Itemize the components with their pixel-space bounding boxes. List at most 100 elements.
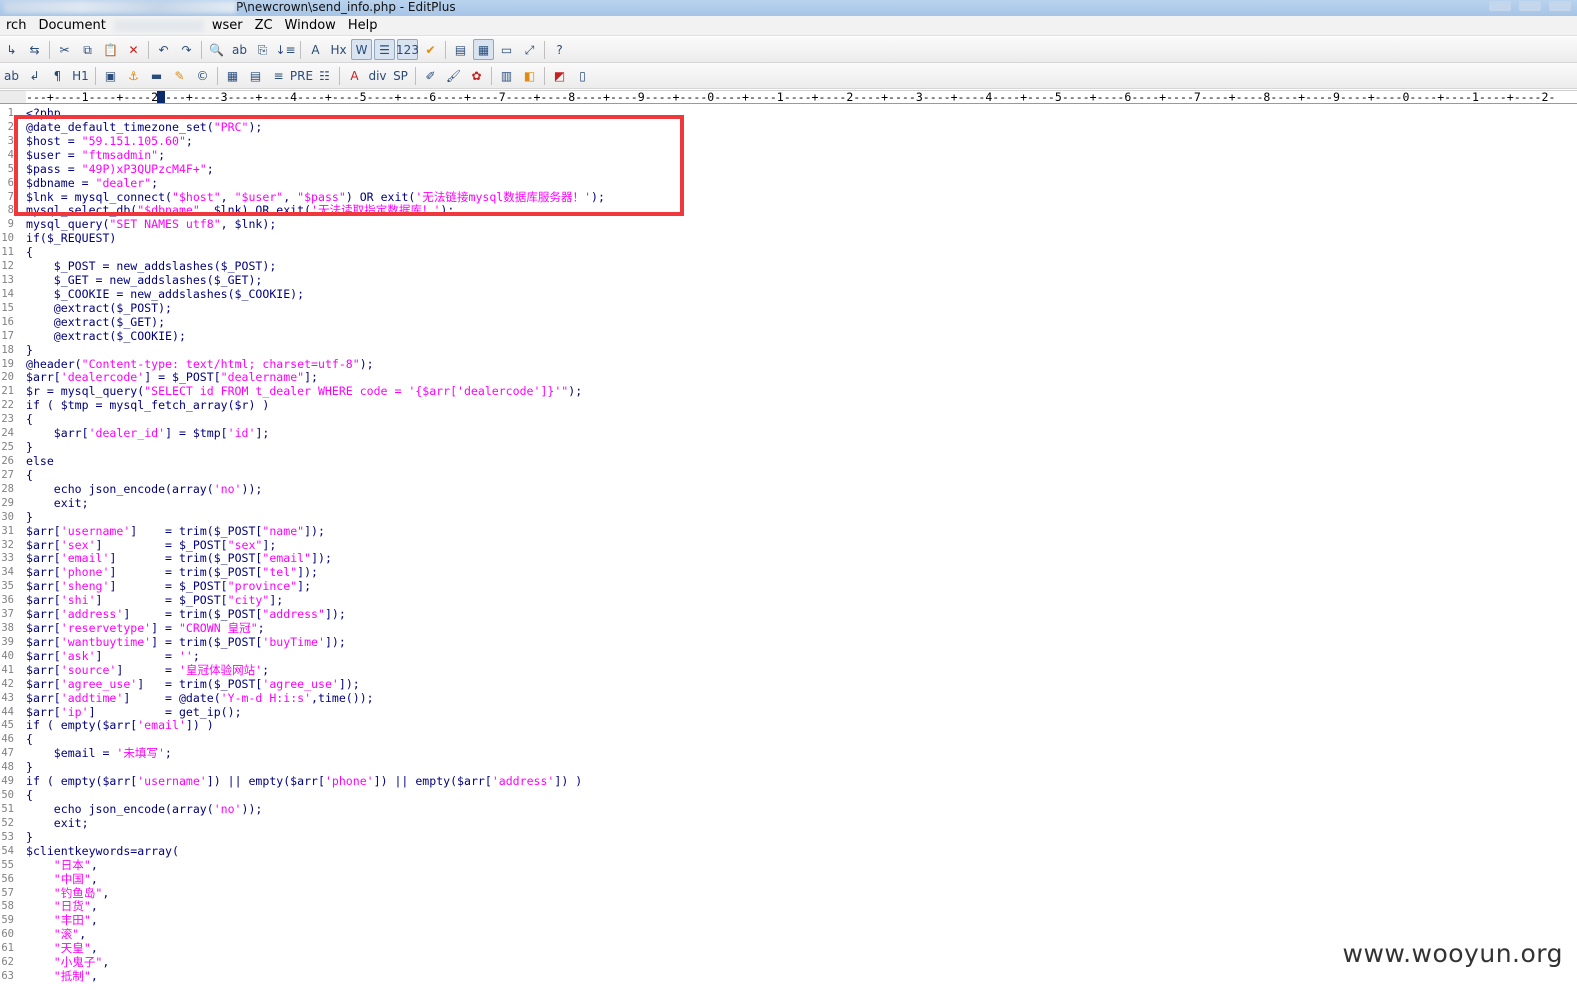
table-button[interactable]: ▦	[222, 65, 243, 86]
code-line[interactable]: 13 $_GET = new_addslashes($_GET);	[0, 273, 1577, 287]
code-line[interactable]: 57 "钓鱼岛",	[0, 886, 1577, 900]
div-button[interactable]: div	[367, 65, 388, 86]
code-line[interactable]: 49 if ( empty($arr['username']) || empty(…	[0, 774, 1577, 788]
code-line[interactable]: 2 @date_default_timezone_set("PRC");	[0, 120, 1577, 134]
browser-button[interactable]: ◩	[549, 65, 570, 86]
code-line[interactable]: 29 exit;	[0, 496, 1577, 510]
minimize-icon[interactable]	[1489, 1, 1511, 11]
replace-button[interactable]: ab	[229, 39, 250, 60]
code-line[interactable]: 28 echo json_encode(array('no'));	[0, 482, 1577, 496]
hex-button[interactable]: Hx	[328, 39, 349, 60]
code-line[interactable]: 44 $arr['ip'] = get_ip();	[0, 705, 1577, 719]
code-line[interactable]: 3 $host = "59.151.105.60";	[0, 134, 1577, 148]
code-line[interactable]: 24 $arr['dealer_id'] = $tmp['id'];	[0, 426, 1577, 440]
copyright-button[interactable]: ©	[192, 65, 213, 86]
code-line[interactable]: 55 "日本",	[0, 858, 1577, 872]
code-line[interactable]: 10 if($_REQUEST)	[0, 231, 1577, 245]
menu-item-help[interactable]: Help	[342, 16, 384, 35]
code-line[interactable]: 12 $_POST = new_addslashes($_POST);	[0, 259, 1577, 273]
menu-item-wser[interactable]: wser	[206, 16, 249, 35]
heading-button[interactable]: H1	[70, 65, 91, 86]
menu-item-window[interactable]: Window	[279, 16, 342, 35]
code-line[interactable]: 20 $arr['dealercode'] = $_POST["dealernam…	[0, 370, 1577, 384]
code-line[interactable]: 38 $arr['reservetype'] = "CROWN 皇冠";	[0, 621, 1577, 635]
fullscreen-button[interactable]: ⤢	[519, 39, 540, 60]
code-line[interactable]: 30}	[0, 510, 1577, 524]
ruler-toggle-button[interactable]: ☰	[374, 39, 395, 60]
highlight-button[interactable]: ✎	[169, 65, 190, 86]
code-line[interactable]: 32 $arr['sex'] = $_POST["sex"];	[0, 538, 1577, 552]
copy-button[interactable]: ⧉	[77, 39, 98, 60]
code-line[interactable]: 54 $clientkeywords=array(	[0, 844, 1577, 858]
code-line[interactable]: 36 $arr['shi'] = $_POST["city"];	[0, 593, 1577, 607]
code-line[interactable]: 46 {	[0, 732, 1577, 746]
preview-button[interactable]: ◧	[519, 65, 540, 86]
code-line[interactable]: 51 echo json_encode(array('no'));	[0, 802, 1577, 816]
form-button[interactable]: ▤	[245, 65, 266, 86]
code-line[interactable]: 8 mysql_select_db("$dbname", $lnk) OR exi…	[0, 203, 1577, 217]
cut-button[interactable]: ✂	[54, 39, 75, 60]
font-tag-button[interactable]: A	[344, 65, 365, 86]
code-line[interactable]: 23 {	[0, 412, 1577, 426]
bold-button[interactable]: ab	[1, 65, 22, 86]
code-line[interactable]: 45 if ( empty($arr['email']) )	[0, 718, 1577, 732]
code-line[interactable]: 17 @extract($_COOKIE);	[0, 329, 1577, 343]
spellcheck-button[interactable]: ✔	[420, 39, 441, 60]
find-button[interactable]: 🔍	[206, 39, 227, 60]
menu-item-document[interactable]: Document	[32, 16, 111, 35]
code-line[interactable]: 22 if ( $tmp = mysql_fetch_array($r) )	[0, 398, 1577, 412]
code-line[interactable]: 41 $arr['source'] = '皇冠体验网站';	[0, 663, 1577, 677]
code-line[interactable]: 31 $arr['username'] = trim($_POST["name"]…	[0, 524, 1577, 538]
line-number-button[interactable]: 123	[396, 39, 419, 60]
frame-button[interactable]: ▥	[496, 65, 517, 86]
code-line[interactable]: 56 "中国",	[0, 872, 1577, 886]
code-line[interactable]: 63 "抵制",	[0, 969, 1577, 983]
anchor-button[interactable]: ⚓	[123, 65, 144, 86]
paste-button[interactable]: 📋	[100, 39, 121, 60]
code-line[interactable]: 39 $arr['wantbuytime'] = trim($_POST['buy…	[0, 635, 1577, 649]
pre-button[interactable]: PRE	[290, 65, 313, 86]
code-line[interactable]: 61 "天皇",	[0, 941, 1577, 955]
maximize-icon[interactable]	[1519, 1, 1541, 11]
goto-line-button[interactable]: ↓≡	[275, 39, 296, 60]
word-wrap-button[interactable]: W	[351, 39, 372, 60]
output-window-button[interactable]: ▭	[496, 39, 517, 60]
span-button[interactable]: SP	[390, 65, 411, 86]
code-line[interactable]: 43 $arr['addtime'] = @date('Y-m-d H:i:s',…	[0, 691, 1577, 705]
code-line[interactable]: 19 @header("Content-type: text/html; char…	[0, 357, 1577, 371]
image-button[interactable]: ▣	[100, 65, 121, 86]
cliptext-button[interactable]: ▤	[450, 39, 471, 60]
directory-button[interactable]: ▦	[473, 39, 494, 60]
code-line[interactable]: 62 "小鬼子",	[0, 955, 1577, 969]
code-line[interactable]: 40 $arr['ask'] = '';	[0, 649, 1577, 663]
undo-button[interactable]: ↶	[153, 39, 174, 60]
code-line[interactable]: 42 $arr['agree_use'] = trim($_POST['agree…	[0, 677, 1577, 691]
code-line[interactable]: 52 exit;	[0, 816, 1577, 830]
close-icon[interactable]	[1549, 1, 1571, 11]
code-line[interactable]: 48}	[0, 760, 1577, 774]
edit-button[interactable]: ✐	[420, 65, 441, 86]
arrow-button[interactable]: ↳	[1, 39, 22, 60]
code-editor[interactable]: 1 <?php 2 @date_default_timezone_set("PRC")…	[0, 105, 1577, 990]
code-line[interactable]: 58 "日货",	[0, 899, 1577, 913]
menu-item-zc[interactable]: ZC	[249, 16, 279, 35]
window-controls[interactable]	[1489, 1, 1571, 11]
code-line[interactable]: 11 {	[0, 245, 1577, 259]
window-switch-button[interactable]: ⇆	[24, 39, 45, 60]
font-button[interactable]: A	[305, 39, 326, 60]
find-in-files-button[interactable]: ⎘	[252, 39, 273, 60]
help-button[interactable]: ?	[549, 39, 570, 60]
code-line[interactable]: 15 @extract($_POST);	[0, 301, 1577, 315]
code-line[interactable]: 27 {	[0, 468, 1577, 482]
code-line[interactable]: 1 <?php	[0, 106, 1577, 120]
code-line[interactable]: 50 {	[0, 788, 1577, 802]
delete-button[interactable]: ✕	[123, 39, 144, 60]
redo-button[interactable]: ↷	[176, 39, 197, 60]
code-line[interactable]: 53}	[0, 830, 1577, 844]
code-line[interactable]: 16 @extract($_GET);	[0, 315, 1577, 329]
view-button[interactable]: ▯	[572, 65, 593, 86]
paragraph-button[interactable]: ¶	[47, 65, 68, 86]
code-line[interactable]: 59 "丰田",	[0, 913, 1577, 927]
menu-item-rch[interactable]: rch	[0, 16, 32, 35]
code-line[interactable]: 34 $arr['phone'] = trim($_POST["tel"]);	[0, 565, 1577, 579]
